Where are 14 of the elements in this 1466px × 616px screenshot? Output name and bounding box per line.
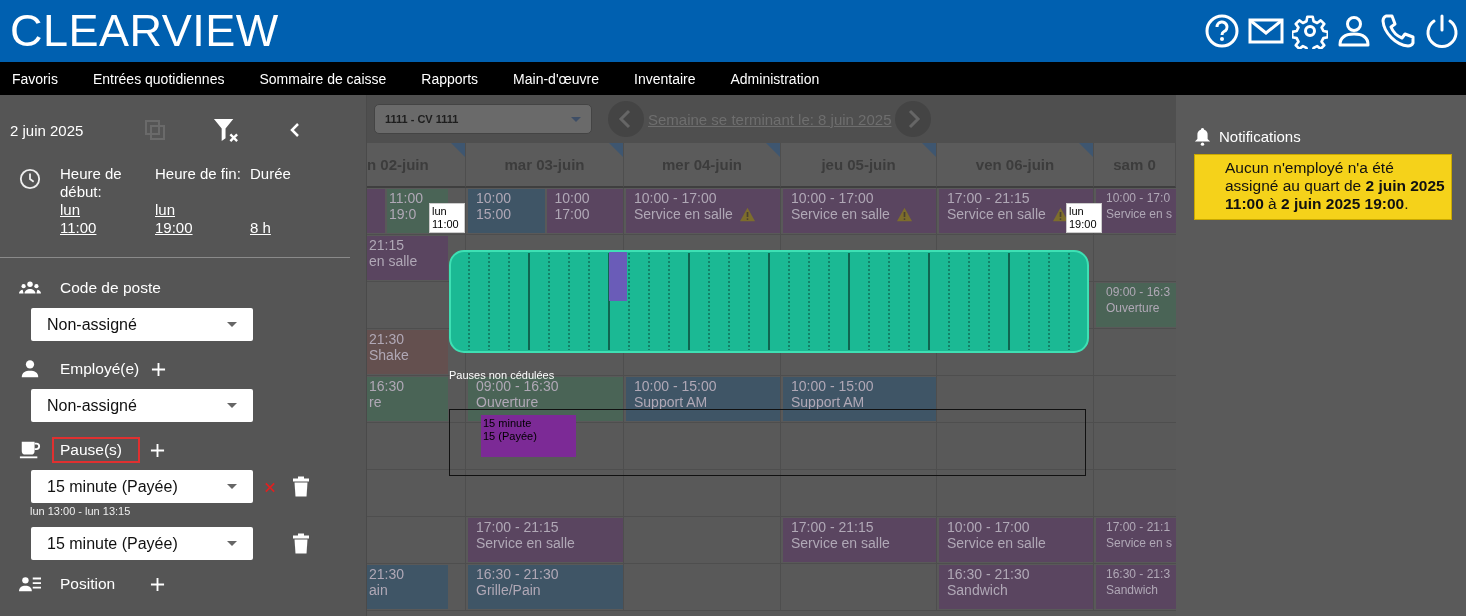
section-label: Employé(e) bbox=[59, 359, 141, 379]
break-time-range: lun 13:00 - lun 13:15 bbox=[30, 505, 132, 517]
section-label: Code de poste bbox=[59, 278, 162, 298]
time-label: Heure de début: bbox=[60, 165, 123, 201]
logo: CLEARVIEW bbox=[10, 5, 279, 57]
notifications-title: Notifications bbox=[1219, 128, 1301, 145]
end-time-tooltip: lun 19:00 bbox=[1066, 203, 1102, 233]
start-time-tooltip: lun 11:00 bbox=[429, 203, 465, 233]
section-label: Position bbox=[59, 574, 117, 594]
time-label: Heure de fin: bbox=[155, 165, 242, 184]
section-label: Pause(s) bbox=[52, 437, 140, 463]
shift-date: 2 juin 2025 bbox=[10, 121, 85, 139]
duration-label: Durée bbox=[250, 165, 292, 184]
notification-message: Aucun n'employé n'a été assigné au quart de 2 juin 2025 11:00 à 2 juin 2025 19:00. bbox=[1194, 154, 1452, 220]
